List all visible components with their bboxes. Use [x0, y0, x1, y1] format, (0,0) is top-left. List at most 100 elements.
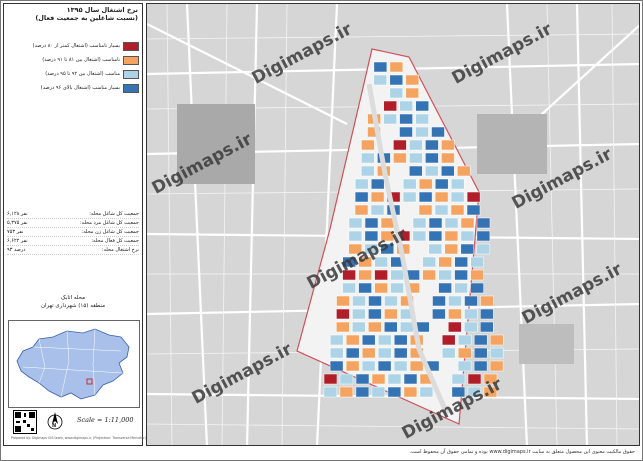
parcel-block	[441, 139, 455, 151]
parcel-block	[345, 360, 360, 372]
legend-item: مناسب (اشتغال بین ۹۲ تا ۹۵ درصد)	[7, 68, 139, 80]
stat-row: ۶,۱۲۸ نفر جمعیت کل شاغل محله:	[7, 210, 139, 219]
parcel-block	[464, 321, 478, 333]
parcel-block	[383, 100, 397, 112]
parcel-block	[428, 230, 443, 242]
parcel-block	[336, 295, 350, 307]
parcel-block	[370, 204, 385, 216]
parcel-block	[419, 386, 434, 398]
parcel-block	[444, 217, 459, 229]
parcel-block	[389, 74, 404, 86]
parcel-block	[361, 347, 376, 359]
parcel-block	[470, 282, 484, 294]
parcel-block	[434, 178, 449, 190]
stat-label: جمعیت کل شاغل مرد محله:	[79, 220, 139, 226]
map-info-panel: نرخ اشتغال سال ۱۳۹۵ (نسبت شاغلین به جمعی…	[3, 3, 146, 446]
parcel-block	[409, 139, 423, 151]
parcel-block	[457, 347, 472, 359]
parcel-block	[454, 269, 468, 281]
parcel-block	[371, 386, 386, 398]
stat-row: ۶,۶۲۲ نفر جمعیت کل فعال محله:	[7, 237, 139, 246]
parcel-block	[460, 217, 475, 229]
parcel-block	[431, 126, 445, 138]
parcel-block	[457, 360, 472, 372]
parcel-block	[377, 347, 392, 359]
parcel-block	[444, 230, 459, 242]
parcel-block	[368, 321, 382, 333]
legend-item: نامناسب (اشتغال بین ۸۱ تا ۹۱ درصد)	[7, 54, 139, 66]
north-arrow-icon: N	[47, 410, 63, 432]
parcel-block	[409, 360, 424, 372]
parcel-block	[399, 100, 413, 112]
parcel-block	[412, 230, 427, 242]
parcel-block	[355, 386, 370, 398]
parcel-block	[405, 87, 420, 99]
stat-label: جمعیت کل شاغل محله:	[89, 211, 139, 217]
parcel-block	[405, 74, 420, 86]
parcel-block	[377, 334, 392, 346]
parcel-block	[387, 373, 402, 385]
parcel-block	[354, 191, 369, 203]
parcel-block	[422, 269, 436, 281]
parcel-block	[374, 282, 388, 294]
parcel-block	[354, 204, 369, 216]
map-title-line1: نرخ اشتغال سال ۱۳۹۵	[66, 6, 138, 14]
neighborhood-name: محله اتابک	[60, 295, 86, 301]
parcel-block	[480, 321, 494, 333]
parcel-block	[418, 178, 433, 190]
copyright-footer: حقوق مالکیت معنوی این محصول متعلق به سای…	[409, 449, 635, 455]
stat-row: ۵,۳۷۵ نفر جمعیت کل شاغل مرد محله:	[7, 219, 139, 228]
parcel-block	[389, 87, 404, 99]
map-canvas[interactable]: Digimaps.ir Digimaps.ir Digimaps.ir Digi…	[146, 3, 640, 446]
parcel-block	[393, 347, 408, 359]
parcel-block	[393, 360, 408, 372]
parcel-block	[450, 191, 465, 203]
parcel-block	[460, 230, 475, 242]
parcel-block	[434, 204, 449, 216]
parcel-block	[476, 217, 491, 229]
parcel-block	[425, 139, 439, 151]
parcel-block	[348, 230, 363, 242]
parcel-block	[390, 269, 404, 281]
parcel-block	[403, 386, 418, 398]
parcel-block	[448, 295, 462, 307]
tehran-boundary	[16, 328, 130, 400]
parcel-block	[355, 373, 370, 385]
parcel-block	[368, 308, 382, 320]
parcel-block	[460, 243, 475, 255]
parcel-block	[339, 386, 354, 398]
legend-swatch	[123, 69, 139, 79]
stat-value: ۶,۶۲۲ نفر	[7, 238, 28, 244]
parcel-block	[393, 334, 408, 346]
parcel-block	[457, 165, 471, 177]
parcel-block	[348, 217, 363, 229]
parcel-block	[489, 334, 504, 346]
tehran-overview-map	[8, 320, 140, 408]
parcel-block	[412, 217, 427, 229]
parcel-block	[371, 373, 386, 385]
map-credit: Prepared by: Digimaps GIS team, www.digi…	[11, 436, 146, 440]
parcel-block	[438, 282, 452, 294]
parcel-block	[399, 126, 413, 138]
parcel-block	[489, 360, 504, 372]
parcel-block	[393, 152, 407, 164]
parcel-block	[329, 347, 344, 359]
parcel-block	[451, 373, 466, 385]
parcel-block	[342, 282, 356, 294]
parcel-block	[358, 282, 372, 294]
parcel-block	[336, 321, 350, 333]
district-label: محله اتابک منطقه (۱۵) شهرداری تهران	[7, 294, 139, 310]
stat-label: نرخ اشتغال محله:	[101, 247, 139, 253]
parcel-block	[473, 360, 488, 372]
parcel-block	[470, 256, 484, 268]
parcel-block	[339, 373, 354, 385]
parcel-block	[409, 152, 423, 164]
map-title: نرخ اشتغال سال ۱۳۹۵ (نسبت شاغلین به جمعی…	[4, 4, 142, 22]
parcel-block	[370, 178, 385, 190]
overview-map-svg	[16, 328, 130, 400]
parcel-block	[416, 321, 430, 333]
statistics-table: ۶,۱۲۸ نفر جمعیت کل شاغل محله: ۵,۳۷۵ نفر …	[7, 210, 139, 255]
parcel-block	[428, 243, 443, 255]
parcel-block	[358, 269, 372, 281]
parcel-block	[329, 334, 344, 346]
